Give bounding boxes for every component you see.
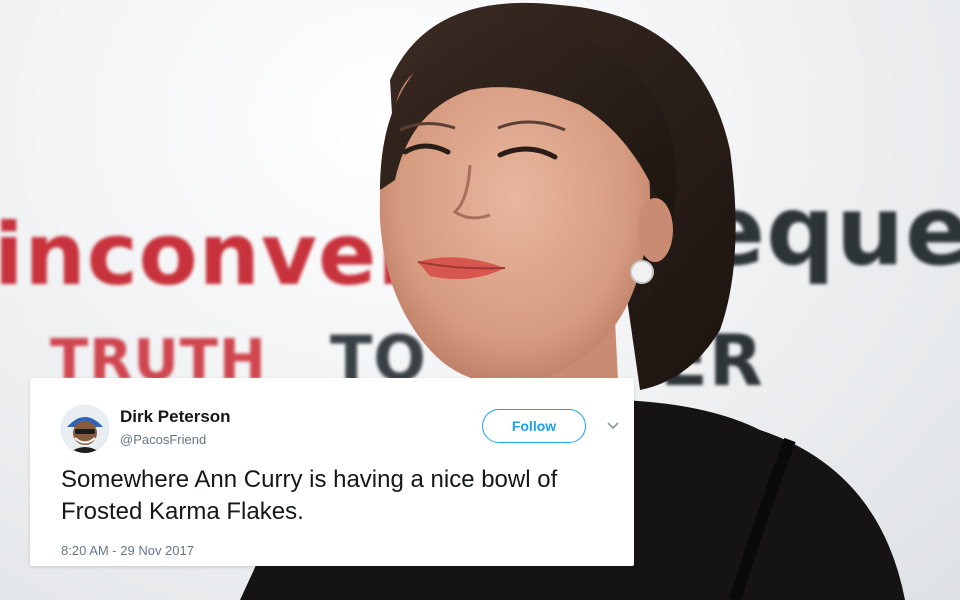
tweet-timestamp[interactable]: 8:20 AM - 29 Nov 2017	[61, 543, 194, 558]
author-handle[interactable]: @PacosFriend	[120, 432, 206, 447]
avatar-image	[61, 405, 109, 453]
author-name[interactable]: Dirk Peterson	[120, 407, 231, 427]
tweet-text: Somewhere Ann Curry is having a nice bow…	[61, 466, 558, 525]
follow-button[interactable]: Follow	[482, 409, 586, 443]
user-avatar-icon[interactable]	[61, 405, 109, 453]
chevron-down-icon[interactable]	[606, 418, 620, 432]
tweet-card: Dirk Peterson @PacosFriend Follow Somewh…	[30, 378, 634, 566]
